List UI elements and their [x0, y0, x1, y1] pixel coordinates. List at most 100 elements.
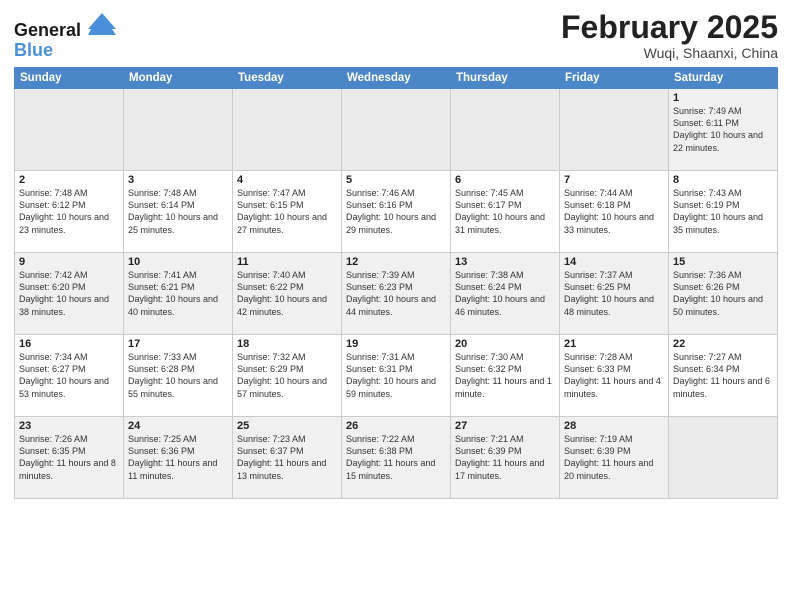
calendar-day: 1Sunrise: 7:49 AM Sunset: 6:11 PM Daylig…: [669, 89, 778, 171]
calendar-week-4: 23Sunrise: 7:26 AM Sunset: 6:35 PM Dayli…: [15, 417, 778, 499]
day-info: Sunrise: 7:43 AM Sunset: 6:19 PM Dayligh…: [673, 187, 773, 236]
day-info: Sunrise: 7:40 AM Sunset: 6:22 PM Dayligh…: [237, 269, 337, 318]
calendar-body: 1Sunrise: 7:49 AM Sunset: 6:11 PM Daylig…: [15, 89, 778, 499]
calendar-day: 10Sunrise: 7:41 AM Sunset: 6:21 PM Dayli…: [124, 253, 233, 335]
day-info: Sunrise: 7:38 AM Sunset: 6:24 PM Dayligh…: [455, 269, 555, 318]
calendar-day: [342, 89, 451, 171]
col-saturday: Saturday: [669, 68, 778, 89]
calendar-week-0: 1Sunrise: 7:49 AM Sunset: 6:11 PM Daylig…: [15, 89, 778, 171]
calendar-table: Sunday Monday Tuesday Wednesday Thursday…: [14, 67, 778, 499]
calendar-day: 15Sunrise: 7:36 AM Sunset: 6:26 PM Dayli…: [669, 253, 778, 335]
day-number: 11: [237, 256, 337, 268]
day-info: Sunrise: 7:32 AM Sunset: 6:29 PM Dayligh…: [237, 351, 337, 400]
calendar-day: 23Sunrise: 7:26 AM Sunset: 6:35 PM Dayli…: [15, 417, 124, 499]
col-monday: Monday: [124, 68, 233, 89]
day-info: Sunrise: 7:36 AM Sunset: 6:26 PM Dayligh…: [673, 269, 773, 318]
calendar-day: 27Sunrise: 7:21 AM Sunset: 6:39 PM Dayli…: [451, 417, 560, 499]
day-number: 20: [455, 338, 555, 350]
day-info: Sunrise: 7:28 AM Sunset: 6:33 PM Dayligh…: [564, 351, 664, 400]
logo-text: General: [14, 14, 116, 41]
calendar-header: Sunday Monday Tuesday Wednesday Thursday…: [15, 68, 778, 89]
calendar-day: 3Sunrise: 7:48 AM Sunset: 6:14 PM Daylig…: [124, 171, 233, 253]
day-info: Sunrise: 7:37 AM Sunset: 6:25 PM Dayligh…: [564, 269, 664, 318]
day-info: Sunrise: 7:21 AM Sunset: 6:39 PM Dayligh…: [455, 433, 555, 482]
day-info: Sunrise: 7:30 AM Sunset: 6:32 PM Dayligh…: [455, 351, 555, 400]
day-info: Sunrise: 7:48 AM Sunset: 6:12 PM Dayligh…: [19, 187, 119, 236]
day-info: Sunrise: 7:46 AM Sunset: 6:16 PM Dayligh…: [346, 187, 446, 236]
calendar-day: [451, 89, 560, 171]
logo-icon: [88, 12, 116, 36]
logo: General Blue: [14, 14, 116, 61]
day-number: 12: [346, 256, 446, 268]
day-info: Sunrise: 7:34 AM Sunset: 6:27 PM Dayligh…: [19, 351, 119, 400]
day-number: 16: [19, 338, 119, 350]
calendar-day: 18Sunrise: 7:32 AM Sunset: 6:29 PM Dayli…: [233, 335, 342, 417]
day-number: 13: [455, 256, 555, 268]
day-info: Sunrise: 7:23 AM Sunset: 6:37 PM Dayligh…: [237, 433, 337, 482]
calendar-week-1: 2Sunrise: 7:48 AM Sunset: 6:12 PM Daylig…: [15, 171, 778, 253]
calendar-day: 7Sunrise: 7:44 AM Sunset: 6:18 PM Daylig…: [560, 171, 669, 253]
day-info: Sunrise: 7:41 AM Sunset: 6:21 PM Dayligh…: [128, 269, 228, 318]
day-number: 18: [237, 338, 337, 350]
page-container: General Blue February 2025 Wuqi, Shaanxi…: [0, 0, 792, 509]
calendar-day: [124, 89, 233, 171]
calendar-day: 17Sunrise: 7:33 AM Sunset: 6:28 PM Dayli…: [124, 335, 233, 417]
day-number: 23: [19, 420, 119, 432]
calendar-day: 21Sunrise: 7:28 AM Sunset: 6:33 PM Dayli…: [560, 335, 669, 417]
day-number: 17: [128, 338, 228, 350]
day-number: 14: [564, 256, 664, 268]
day-number: 21: [564, 338, 664, 350]
calendar-day: 2Sunrise: 7:48 AM Sunset: 6:12 PM Daylig…: [15, 171, 124, 253]
day-number: 7: [564, 174, 664, 186]
calendar-day: 20Sunrise: 7:30 AM Sunset: 6:32 PM Dayli…: [451, 335, 560, 417]
calendar-day: 5Sunrise: 7:46 AM Sunset: 6:16 PM Daylig…: [342, 171, 451, 253]
day-number: 19: [346, 338, 446, 350]
calendar-day: 24Sunrise: 7:25 AM Sunset: 6:36 PM Dayli…: [124, 417, 233, 499]
day-number: 15: [673, 256, 773, 268]
calendar-week-3: 16Sunrise: 7:34 AM Sunset: 6:27 PM Dayli…: [15, 335, 778, 417]
calendar-day: 11Sunrise: 7:40 AM Sunset: 6:22 PM Dayli…: [233, 253, 342, 335]
day-number: 5: [346, 174, 446, 186]
day-info: Sunrise: 7:49 AM Sunset: 6:11 PM Dayligh…: [673, 105, 773, 154]
col-sunday: Sunday: [15, 68, 124, 89]
day-number: 8: [673, 174, 773, 186]
calendar-day: 12Sunrise: 7:39 AM Sunset: 6:23 PM Dayli…: [342, 253, 451, 335]
day-number: 9: [19, 256, 119, 268]
day-number: 10: [128, 256, 228, 268]
day-info: Sunrise: 7:48 AM Sunset: 6:14 PM Dayligh…: [128, 187, 228, 236]
calendar-day: 9Sunrise: 7:42 AM Sunset: 6:20 PM Daylig…: [15, 253, 124, 335]
day-info: Sunrise: 7:33 AM Sunset: 6:28 PM Dayligh…: [128, 351, 228, 400]
location-subtitle: Wuqi, Shaanxi, China: [561, 45, 778, 61]
calendar-day: 26Sunrise: 7:22 AM Sunset: 6:38 PM Dayli…: [342, 417, 451, 499]
col-wednesday: Wednesday: [342, 68, 451, 89]
day-number: 22: [673, 338, 773, 350]
day-info: Sunrise: 7:39 AM Sunset: 6:23 PM Dayligh…: [346, 269, 446, 318]
day-info: Sunrise: 7:27 AM Sunset: 6:34 PM Dayligh…: [673, 351, 773, 400]
calendar-day: 16Sunrise: 7:34 AM Sunset: 6:27 PM Dayli…: [15, 335, 124, 417]
month-title: February 2025: [561, 10, 778, 45]
title-block: February 2025 Wuqi, Shaanxi, China: [561, 10, 778, 61]
day-number: 3: [128, 174, 228, 186]
day-number: 2: [19, 174, 119, 186]
day-info: Sunrise: 7:31 AM Sunset: 6:31 PM Dayligh…: [346, 351, 446, 400]
day-number: 4: [237, 174, 337, 186]
day-info: Sunrise: 7:42 AM Sunset: 6:20 PM Dayligh…: [19, 269, 119, 318]
day-info: Sunrise: 7:22 AM Sunset: 6:38 PM Dayligh…: [346, 433, 446, 482]
header: General Blue February 2025 Wuqi, Shaanxi…: [14, 10, 778, 61]
col-friday: Friday: [560, 68, 669, 89]
calendar-day: 13Sunrise: 7:38 AM Sunset: 6:24 PM Dayli…: [451, 253, 560, 335]
day-info: Sunrise: 7:44 AM Sunset: 6:18 PM Dayligh…: [564, 187, 664, 236]
calendar-day: [560, 89, 669, 171]
calendar-day: 25Sunrise: 7:23 AM Sunset: 6:37 PM Dayli…: [233, 417, 342, 499]
calendar-day: 6Sunrise: 7:45 AM Sunset: 6:17 PM Daylig…: [451, 171, 560, 253]
calendar-week-2: 9Sunrise: 7:42 AM Sunset: 6:20 PM Daylig…: [15, 253, 778, 335]
day-number: 1: [673, 92, 773, 104]
calendar-day: [669, 417, 778, 499]
day-number: 6: [455, 174, 555, 186]
logo-blue: Blue: [14, 41, 116, 61]
calendar-day: [15, 89, 124, 171]
day-info: Sunrise: 7:26 AM Sunset: 6:35 PM Dayligh…: [19, 433, 119, 482]
day-info: Sunrise: 7:45 AM Sunset: 6:17 PM Dayligh…: [455, 187, 555, 236]
col-thursday: Thursday: [451, 68, 560, 89]
calendar-day: 28Sunrise: 7:19 AM Sunset: 6:39 PM Dayli…: [560, 417, 669, 499]
